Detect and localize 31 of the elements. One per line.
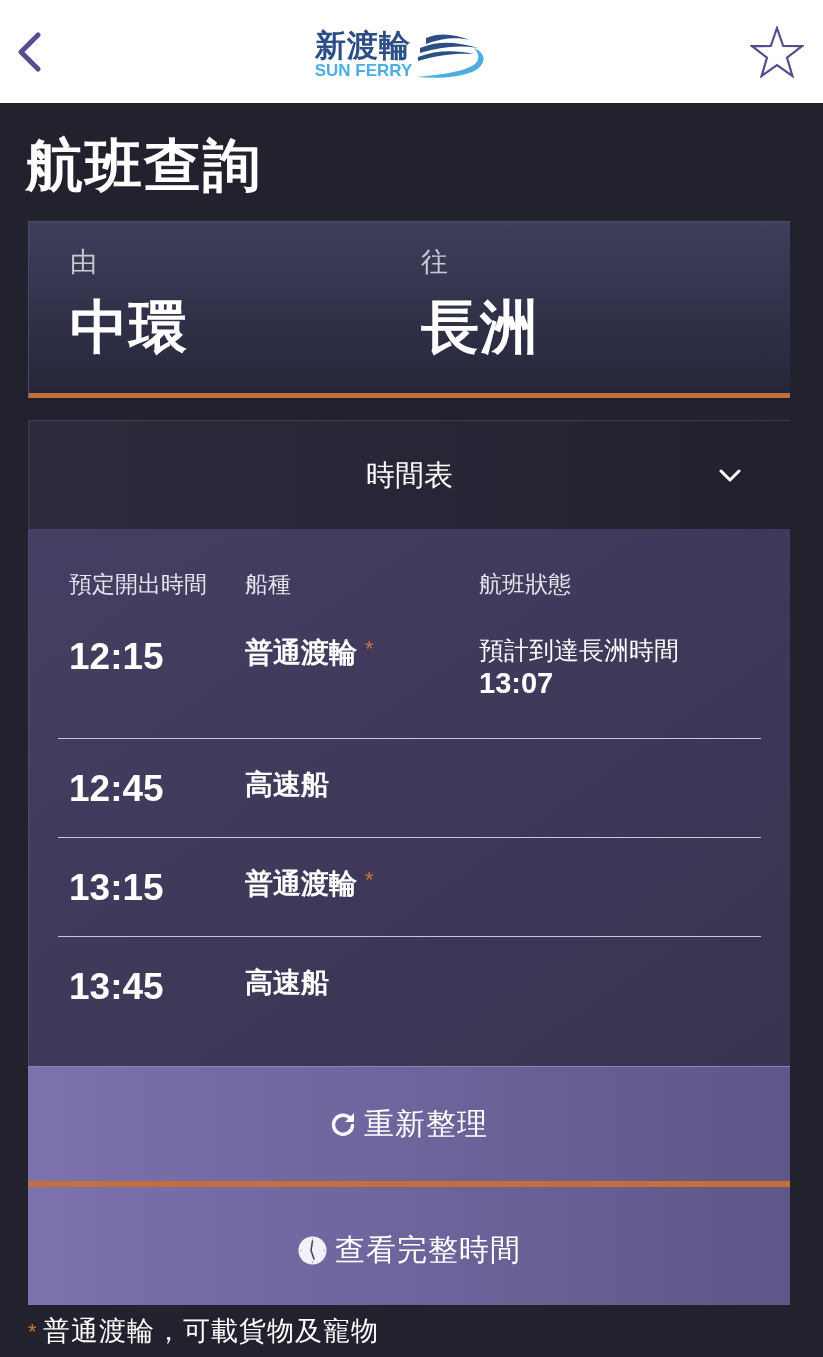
departure-time: 12:15 xyxy=(69,636,164,677)
vessel-type: 普通渡輪 xyxy=(245,636,357,670)
status-label: 預計到達長洲時間 xyxy=(479,635,680,665)
back-chevron-icon xyxy=(16,31,42,72)
footnote-marker: * xyxy=(365,866,374,894)
footnote-text: 普通渡輪，可載貨物及寵物 xyxy=(42,1315,379,1348)
footnote-marker: * xyxy=(28,1318,37,1346)
schedule-button[interactable]: 查看完整時間 xyxy=(28,1187,790,1305)
clock-icon xyxy=(297,1235,327,1265)
departure-time: 13:15 xyxy=(69,867,164,908)
column-header: 預定開出時間 xyxy=(69,570,208,599)
route-station: 中環 xyxy=(70,293,189,361)
vessel-type: 高速船 xyxy=(245,768,329,802)
arrival-time: 13:07 xyxy=(479,666,555,701)
column-header: 船種 xyxy=(245,570,292,599)
route-station: 長洲 xyxy=(421,293,540,361)
page-title: 航班查詢 xyxy=(26,132,262,198)
departure-time: 12:45 xyxy=(69,768,164,809)
star-icon xyxy=(750,25,804,78)
departure-time: 13:45 xyxy=(69,966,164,1007)
column-header: 航班狀態 xyxy=(479,570,572,599)
refresh-button[interactable]: 重新整理 xyxy=(28,1066,790,1187)
route-label: 由 xyxy=(70,246,98,279)
footnote-marker: * xyxy=(365,635,374,663)
timetable-dropdown[interactable]: 時間表 xyxy=(28,420,790,529)
logo-subtitle: SUN FERRY xyxy=(314,61,413,80)
refresh-icon xyxy=(330,1111,356,1137)
vessel-type: 普通渡輪 xyxy=(245,867,357,901)
vessel-type: 高速船 xyxy=(245,966,329,1000)
logo-wordmark: 新渡輪 xyxy=(314,29,411,62)
route-label: 往 xyxy=(421,246,449,279)
